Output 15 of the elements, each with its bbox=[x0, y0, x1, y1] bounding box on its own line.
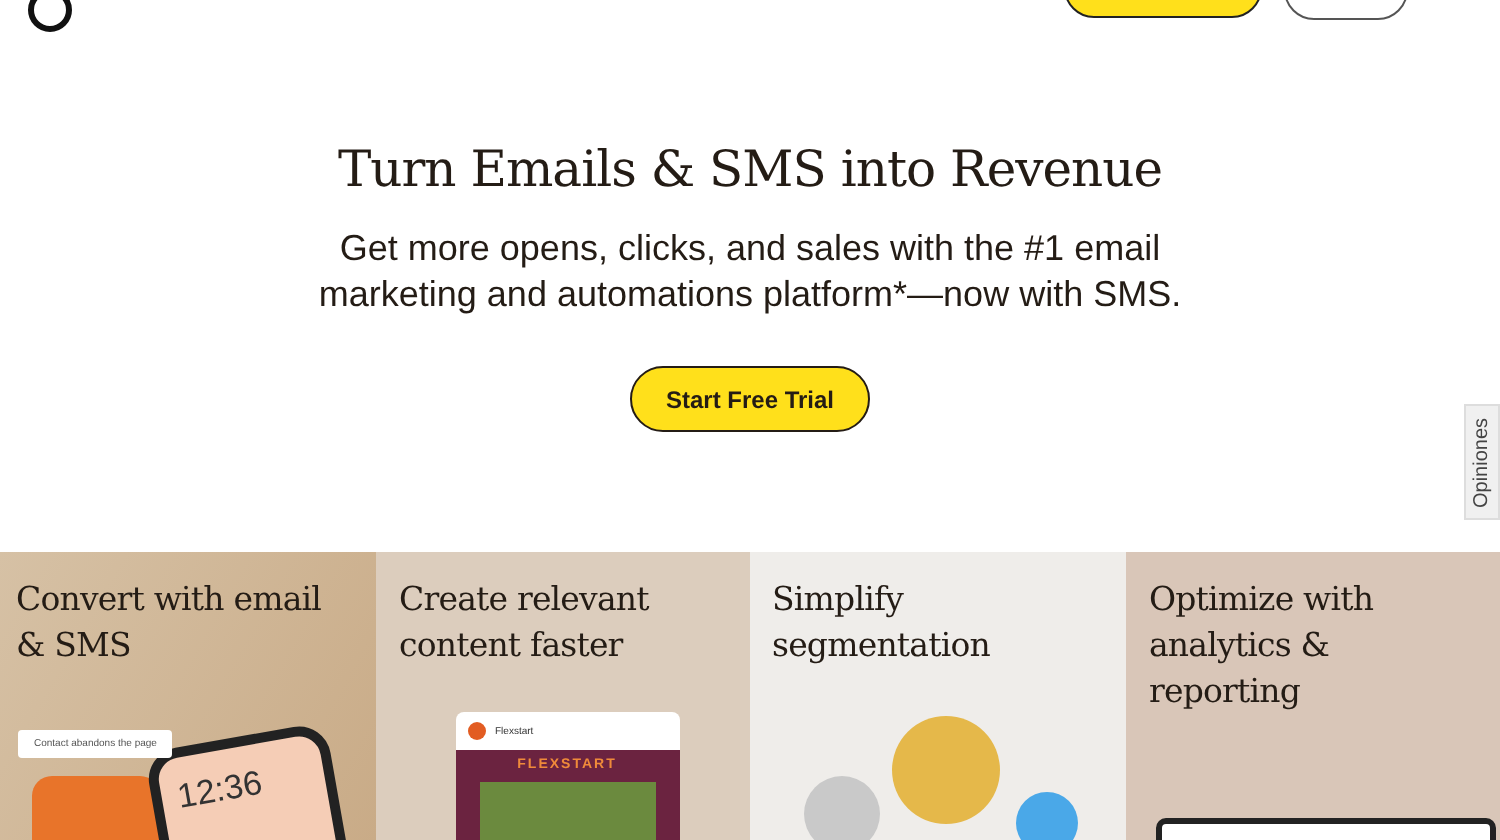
logo-icon[interactable] bbox=[28, 0, 72, 32]
avatar-icon bbox=[1016, 792, 1078, 840]
feature-title: Simplify segmentation bbox=[772, 578, 992, 668]
phone-clock: 12:36 bbox=[174, 761, 267, 818]
avatar-icon bbox=[804, 776, 880, 840]
feature-title: Convert with email & SMS bbox=[16, 578, 324, 668]
feature-title: Optimize with analytics & reporting bbox=[1149, 578, 1376, 714]
hero-subtitle: Get more opens, clicks, and sales with the #1 email marketing and automations platform*—now with SMS. bbox=[316, 226, 1184, 318]
feedback-tab[interactable]: Opiniones bbox=[1464, 404, 1500, 520]
brand-icon bbox=[467, 722, 485, 740]
start-trial-button[interactable]: Start Free Trial bbox=[629, 366, 871, 432]
hero-title: Turn Emails & SMS into Revenue bbox=[337, 140, 1163, 198]
fabric-drawing bbox=[32, 776, 160, 840]
feature-title: Create relevant content faster bbox=[399, 578, 651, 668]
avatar-icon bbox=[892, 716, 1000, 824]
